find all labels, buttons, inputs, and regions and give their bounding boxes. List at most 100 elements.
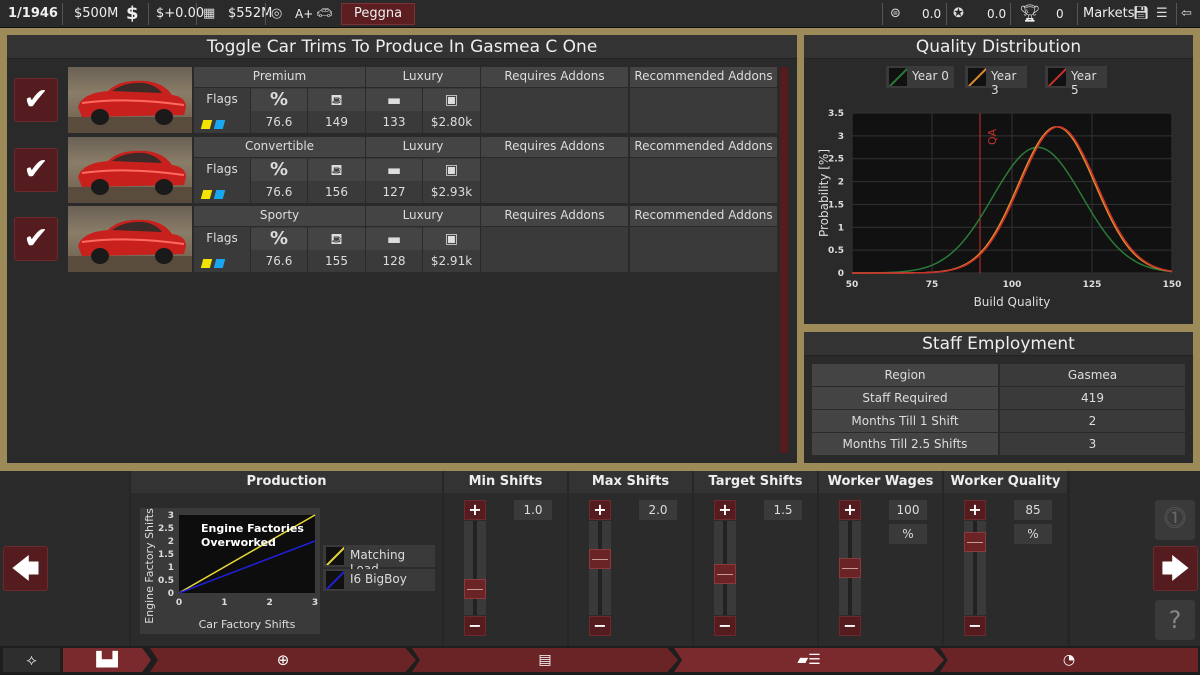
recommended-addons-header: Recommended Addons: [630, 136, 777, 157]
slider-panel: [694, 471, 817, 646]
y-tick-label: 0: [838, 269, 844, 279]
map-marker-tab[interactable]: ⟡: [3, 648, 60, 672]
car-silhouette-icon: ▬: [386, 230, 402, 248]
slider-track[interactable]: [714, 521, 736, 615]
recommended-addons-header: Recommended Addons: [630, 206, 777, 226]
y-tick-label: 3: [838, 132, 844, 142]
slider-value[interactable]: 1.5: [764, 500, 802, 520]
legend-i6-bigboy: I6 BigBoy: [323, 569, 435, 591]
car-silhouette-icon: ▬: [386, 91, 402, 109]
trim-toggle-checkbox[interactable]: ✔: [14, 217, 58, 261]
trims-scrollbar[interactable]: [780, 67, 788, 453]
trim-name: Sporty: [194, 206, 365, 226]
slider-thumb[interactable]: [964, 532, 986, 552]
yellow-flag-icon: [200, 189, 213, 199]
staff-row-value: 419: [1000, 387, 1185, 409]
qa-label: QA: [986, 128, 999, 145]
save-icon[interactable]: 💾︎: [1133, 0, 1150, 28]
slider-thumb[interactable]: [464, 579, 486, 599]
tab-distribution[interactable]: ▰☰: [674, 648, 944, 672]
trophy-icon[interactable]: 🏆︎: [1019, 0, 1041, 28]
slider-thumb[interactable]: [589, 549, 611, 569]
stat-icon-box: %: [251, 158, 307, 181]
quality-legend-item[interactable]: Year 3: [965, 66, 1027, 97]
slider-track[interactable]: [839, 521, 861, 615]
markets-button[interactable]: Markets: [1083, 0, 1134, 28]
quality-legend-item[interactable]: Year 5: [1045, 66, 1107, 97]
trim-stat-value: $2.93k: [430, 184, 473, 199]
staff-row-value: Gasmea: [1000, 364, 1185, 386]
quality-panel-title: Quality Distribution: [804, 35, 1193, 59]
x-tick-label: 0: [176, 598, 182, 608]
tab-production-stats[interactable]: ▤: [412, 648, 678, 672]
slider-track[interactable]: [589, 521, 611, 615]
next-arrow-button[interactable]: 🡆: [1153, 546, 1198, 591]
slider-panel: [819, 471, 942, 646]
star-icon[interactable]: ✪: [953, 0, 964, 28]
previous-arrow-button[interactable]: 🡄: [3, 546, 48, 591]
slider-value[interactable]: 1.0: [514, 500, 552, 520]
increase-button[interactable]: +: [839, 500, 861, 520]
overworked-annotation-line2: Overworked: [201, 536, 276, 549]
stat-icon-box: %: [251, 228, 307, 250]
recommended-addons-cell: [630, 157, 777, 203]
help-icon[interactable]: ?: [1155, 600, 1195, 640]
legend-label: I6 BigBoy: [350, 572, 407, 586]
warning-icon[interactable]: ⓵: [1155, 500, 1195, 540]
reputation-icon[interactable]: ◎: [271, 0, 282, 28]
slider-value[interactable]: 85: [1014, 500, 1052, 520]
trim-stat-value: 76.6: [265, 254, 293, 268]
car-thumbnail[interactable]: [68, 206, 192, 272]
top-bar: 1/1946 $500M $ $+0.00 ▦ $552M ◎ A+ 🚗︎ Pe…: [0, 0, 1200, 28]
trim-toggle-checkbox[interactable]: ✔: [14, 147, 58, 192]
slider-track[interactable]: [964, 521, 986, 615]
legend-label: Year 0: [912, 69, 949, 83]
dollar-icon[interactable]: $: [126, 0, 139, 28]
increase-button[interactable]: +: [964, 500, 986, 520]
company-value-icon[interactable]: ▦: [203, 0, 215, 28]
decrease-button[interactable]: −: [464, 616, 486, 636]
slider-track[interactable]: [464, 521, 486, 615]
car-silhouette-icon: ▬: [386, 160, 402, 179]
increase-button[interactable]: +: [464, 500, 486, 520]
percent-icon: %: [269, 158, 289, 180]
car-icon[interactable]: 🚗︎: [316, 0, 333, 28]
tab-world[interactable]: ⊕: [150, 648, 416, 672]
decrease-button[interactable]: −: [839, 616, 861, 636]
legend-label: Year 3: [991, 69, 1017, 97]
price-icon: ▣: [444, 161, 459, 178]
decrease-button[interactable]: −: [964, 616, 986, 636]
date-label: 1/1946: [8, 6, 58, 21]
slider-thumb[interactable]: [714, 564, 736, 584]
decrease-button[interactable]: −: [589, 616, 611, 636]
quality-legend-item[interactable]: Year 0: [886, 66, 954, 88]
cost-icon: ⛾: [330, 160, 343, 179]
slider-panel: [569, 471, 692, 646]
decrease-button[interactable]: −: [714, 616, 736, 636]
tab-finance[interactable]: ◔: [940, 648, 1198, 672]
slider-value[interactable]: 100: [889, 500, 927, 520]
y-tick-label: 0: [168, 589, 174, 599]
tab-factory[interactable]: ▙▟: [63, 648, 151, 672]
trim-stat-cell: ▬ 127: [366, 157, 422, 203]
slider-title: Worker Wages: [819, 471, 942, 493]
trim-stat-value: 76.6: [265, 115, 293, 129]
back-arrow-icon[interactable]: ⇦: [1181, 0, 1192, 28]
slider-thumb[interactable]: [839, 558, 861, 578]
increase-button[interactable]: +: [589, 500, 611, 520]
x-tick-label: 3: [312, 598, 318, 608]
legend-swatch: [889, 68, 907, 86]
trim-name: Convertible: [194, 136, 365, 157]
trim-toggle-checkbox[interactable]: ✔: [14, 78, 58, 122]
flags-cell: Flags: [194, 88, 250, 133]
legend-swatch: [968, 68, 986, 86]
x-tick-label: 100: [1003, 280, 1022, 290]
stat1-icon[interactable]: ⊜: [890, 0, 901, 28]
flags-cell: Flags: [194, 157, 250, 203]
car-thumbnail[interactable]: [68, 67, 192, 133]
car-thumbnail[interactable]: [68, 136, 192, 203]
slider-value[interactable]: 2.0: [639, 500, 677, 520]
increase-button[interactable]: +: [714, 500, 736, 520]
menu-icon[interactable]: ☰: [1156, 0, 1168, 28]
company-name-button[interactable]: Peggna: [341, 3, 415, 25]
